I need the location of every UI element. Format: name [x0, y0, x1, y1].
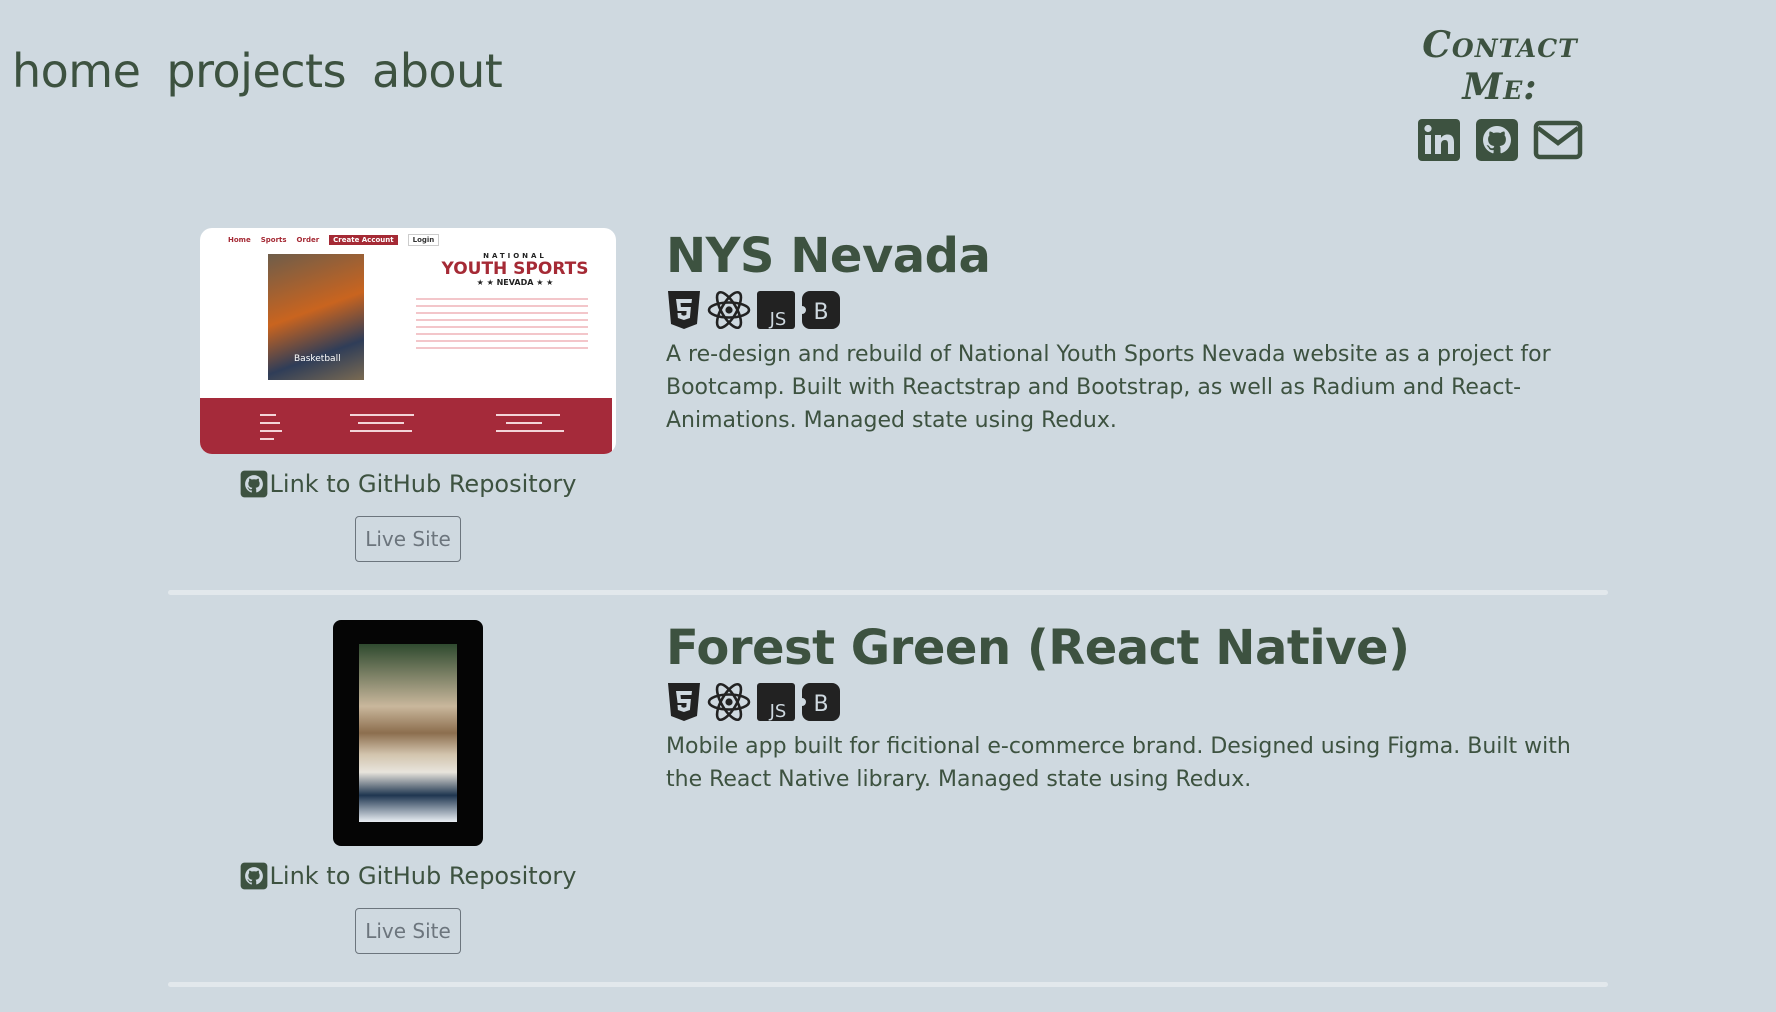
thumb-photo-label: Basketball: [294, 354, 341, 364]
phone-screen: [359, 644, 457, 822]
section-divider: [168, 590, 1608, 595]
thumb-body-text: [416, 298, 588, 354]
thumb-nav-create-account: Create Account: [329, 235, 398, 245]
thumb-nav-home: Home: [228, 236, 251, 244]
thumb-footer: [200, 398, 612, 454]
github-icon: [240, 862, 268, 890]
project-media: Home Sports Order Create Account Login B…: [168, 228, 648, 562]
thumb-heading-main: YOUTH SPORTS: [441, 259, 589, 279]
bootstrap-icon: B: [800, 681, 842, 727]
javascript-icon: JS: [756, 681, 796, 727]
svg-text:JS: JS: [769, 701, 787, 722]
thumb-heading: NATIONAL YOUTH SPORTS ★ ★ NEVADA ★ ★: [440, 252, 590, 287]
github-repo-link[interactable]: Link to GitHub Repository: [240, 470, 577, 498]
envelope-icon[interactable]: [1533, 118, 1583, 166]
svg-text:B: B: [813, 300, 828, 325]
svg-text:B: B: [813, 692, 828, 717]
bootstrap-icon: B: [800, 289, 842, 335]
nav-home[interactable]: home: [12, 44, 141, 98]
github-icon[interactable]: [1475, 118, 1519, 166]
svg-text:JS: JS: [769, 309, 787, 330]
html5-icon: [666, 289, 702, 335]
javascript-icon: JS: [756, 289, 796, 335]
react-icon: [706, 681, 752, 727]
thumb-heading-sub: ★ ★ NEVADA ★ ★: [476, 278, 554, 287]
tech-stack: JS B: [666, 682, 1586, 726]
react-icon: [706, 289, 752, 335]
project-details: Forest Green (React Native) JS B Mobile …: [666, 620, 1586, 796]
thumb-nav-login: Login: [407, 234, 440, 246]
project-screenshot: [333, 620, 483, 846]
thumb-nav-order: Order: [296, 236, 320, 244]
tech-stack: JS B: [666, 290, 1586, 334]
github-repo-label: Link to GitHub Repository: [269, 470, 577, 498]
project-screenshot: Home Sports Order Create Account Login B…: [200, 228, 616, 454]
project-media: Link to GitHub Repository Live Site: [168, 620, 648, 954]
contact-title: Contact Me:: [1422, 24, 1578, 108]
project-title: Forest Green (React Native): [666, 620, 1410, 676]
contact-icons: [1380, 118, 1620, 166]
nav-projects[interactable]: projects: [166, 44, 346, 98]
project-description: Mobile app built for ficitional e-commer…: [666, 734, 1571, 792]
live-site-button[interactable]: Live Site: [355, 908, 461, 954]
project-details: NYS Nevada JS B A re-design and rebuild …: [666, 228, 1586, 437]
section-divider: [168, 982, 1608, 987]
contact-section: Contact Me:: [1380, 24, 1620, 166]
project-title: NYS Nevada: [666, 228, 991, 284]
github-icon: [240, 470, 268, 498]
thumb-nav-sports: Sports: [260, 236, 287, 244]
thumb-nav: Home Sports Order Create Account Login: [228, 234, 440, 246]
linkedin-icon[interactable]: [1417, 118, 1461, 166]
nav-about[interactable]: about: [372, 44, 503, 98]
main-nav: home projects about: [12, 44, 503, 98]
github-repo-link[interactable]: Link to GitHub Repository: [240, 862, 577, 890]
live-site-button[interactable]: Live Site: [355, 516, 461, 562]
thumb-photo: Basketball: [268, 254, 364, 380]
project-description: A re-design and rebuild of National Yout…: [666, 342, 1551, 433]
github-repo-label: Link to GitHub Repository: [269, 862, 577, 890]
html5-icon: [666, 681, 702, 727]
